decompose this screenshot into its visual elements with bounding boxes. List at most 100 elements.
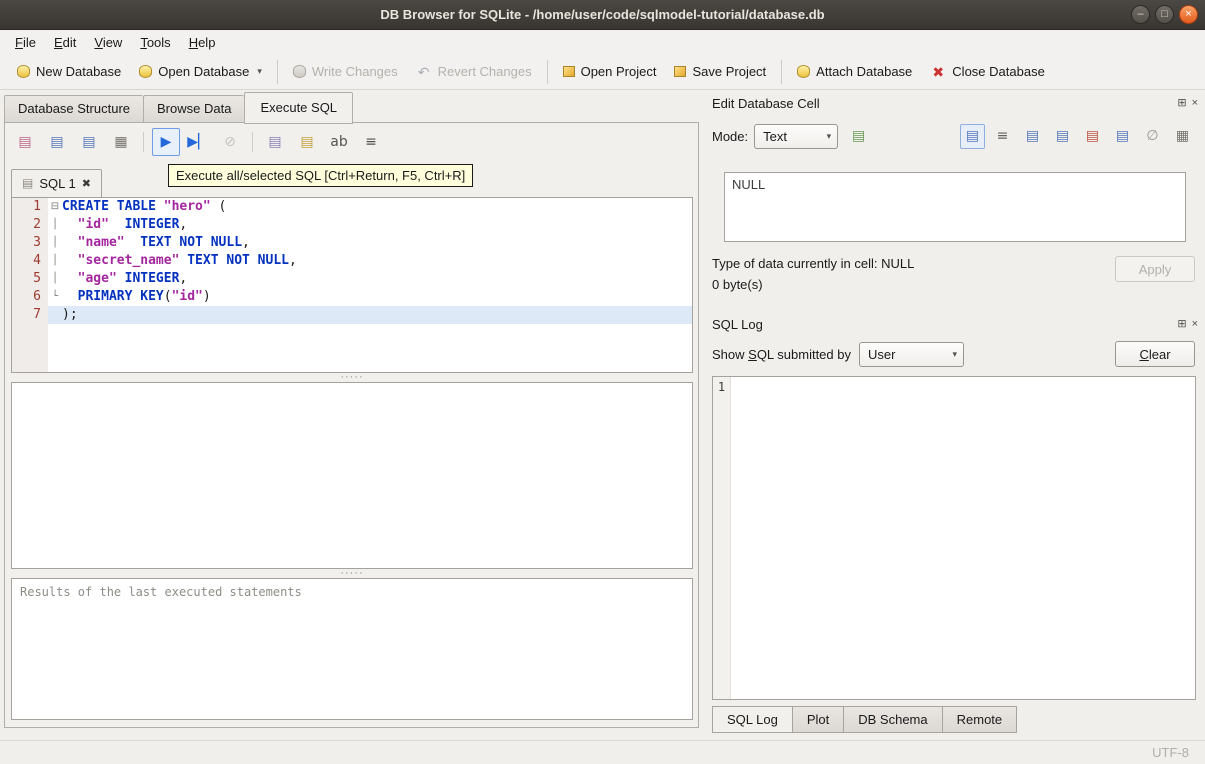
tab-browse-data[interactable]: Browse Data: [143, 95, 245, 123]
print-button[interactable]: ▦: [1170, 124, 1195, 149]
close-icon[interactable]: ×: [1192, 97, 1198, 109]
import-from-file-button[interactable]: ▤: [846, 124, 871, 149]
right-pane: Edit Database Cell ⊞ × Mode: Text ▾ ▤ ▤ ≡ ▤…: [705, 90, 1205, 740]
import-cell-button[interactable]: ▤: [1110, 124, 1135, 149]
execute-all-button[interactable]: ▶: [152, 128, 180, 156]
attach-database-icon: [797, 65, 811, 78]
code-text: );: [62, 307, 78, 322]
tab-remote[interactable]: Remote: [942, 706, 1018, 733]
print-icon: ▦: [1175, 128, 1190, 144]
fold-marker-icon[interactable]: └: [48, 288, 62, 306]
editor-line-body: └ PRIMARY KEY("id"): [48, 288, 692, 306]
sql-doc-tab-bar: ▤ SQL 1 ✖: [11, 169, 102, 197]
write-changes-label: Write Changes: [311, 64, 398, 79]
apply-button[interactable]: Apply: [1115, 256, 1195, 282]
fold-marker-icon[interactable]: │: [48, 234, 62, 252]
splitter-handle[interactable]: [11, 374, 693, 381]
execute-line-button[interactable]: ▶▏: [184, 128, 212, 156]
fold-marker-icon[interactable]: [48, 306, 62, 324]
chevron-down-icon[interactable]: ▾: [257, 66, 262, 77]
menubar: File Edit View Tools Help: [0, 30, 1205, 54]
write-changes-button[interactable]: Write Changes: [284, 59, 407, 84]
save-project-button[interactable]: Save Project: [665, 59, 775, 84]
float-icon[interactable]: ⊞: [1177, 97, 1186, 109]
word-wrap-button[interactable]: ≡: [990, 124, 1015, 149]
close-button[interactable]: ×: [1179, 5, 1198, 24]
toolbar-separator: [276, 59, 278, 84]
tooltip: Execute all/selected SQL [Ctrl+Return, F…: [168, 164, 474, 187]
minimize-button[interactable]: –: [1131, 5, 1150, 24]
revert-changes-button[interactable]: ↶ Revert Changes: [407, 59, 541, 85]
mode-select[interactable]: Text ▾: [754, 123, 839, 149]
cell-mode-row: Mode: Text ▾ ▤ ▤ ≡ ▤ ▤ ▤ ▤ ∅ ▦: [712, 122, 1195, 150]
sql-log-box[interactable]: 1: [712, 376, 1196, 700]
mode-label: Mode:: [712, 128, 749, 144]
toolbar-separator: [252, 132, 253, 152]
fold-marker-icon[interactable]: ⊟: [48, 198, 62, 216]
cell-editor[interactable]: NULL: [724, 172, 1186, 242]
text-mode-button[interactable]: ▤: [960, 123, 985, 149]
new-database-button[interactable]: New Database: [8, 59, 130, 84]
fold-marker-icon[interactable]: │: [48, 216, 62, 234]
open-sql-file-button[interactable]: ▤: [11, 128, 39, 156]
menu-file[interactable]: File: [6, 32, 45, 53]
menu-view[interactable]: View: [85, 32, 131, 53]
menu-tools[interactable]: Tools: [131, 32, 179, 53]
editor-line[interactable]: 7);: [12, 306, 692, 324]
print-button[interactable]: ▦: [107, 128, 135, 156]
close-database-button[interactable]: ✖ Close Database: [921, 59, 1054, 85]
menu-edit[interactable]: Edit: [45, 32, 85, 53]
clear-button[interactable]: Clear: [1115, 341, 1195, 367]
execute-sql-panel: ▤ ▤ ▤ ▦ ▶ ▶▏ ⊘ ▤ ▤ ab ≡ ▤ SQL 1 ✖ 1 ⊟ CREATE TABLE "…: [4, 122, 699, 728]
export-cell-button[interactable]: ▤: [1080, 124, 1105, 149]
editor-line[interactable]: 3 │ "name" TEXT NOT NULL,: [12, 234, 692, 252]
close-icon[interactable]: ×: [1192, 318, 1198, 330]
maximize-button[interactable]: □: [1155, 5, 1174, 24]
editor-line[interactable]: 4 │ "secret_name" TEXT NOT NULL,: [12, 252, 692, 270]
tab-execute-sql[interactable]: Execute SQL: [244, 92, 354, 124]
editor-line[interactable]: 2 │ "id" INTEGER,: [12, 216, 692, 234]
fold-marker-icon[interactable]: │: [48, 270, 62, 288]
open-project-button[interactable]: Open Project: [554, 59, 666, 84]
line-number: 2: [33, 217, 41, 232]
word-wrap-button[interactable]: ≡: [357, 128, 385, 156]
code-text: "id" INTEGER,: [77, 217, 188, 232]
find-replace-button[interactable]: ab: [325, 128, 353, 156]
line-number: 5: [33, 271, 41, 286]
tab-plot[interactable]: Plot: [792, 706, 845, 733]
window-title: DB Browser for SQLite - /home/user/code/…: [380, 7, 825, 22]
tab-database-structure[interactable]: Database Structure: [4, 95, 144, 123]
paste-button[interactable]: ▤: [1050, 124, 1075, 149]
attach-database-button[interactable]: Attach Database: [788, 59, 921, 84]
splitter-handle[interactable]: [11, 570, 693, 577]
save-sql-as-icon: ▤: [82, 134, 96, 150]
sql-toolbar: ▤ ▤ ▤ ▦ ▶ ▶▏ ⊘ ▤ ▤ ab ≡: [11, 128, 385, 156]
tab-sql-1[interactable]: ▤ SQL 1 ✖: [11, 169, 102, 197]
float-icon[interactable]: ⊞: [1177, 318, 1186, 330]
save-sql-file-icon: ▤: [50, 134, 64, 150]
log-filter-select[interactable]: User ▾: [859, 341, 964, 367]
menu-help[interactable]: Help: [180, 32, 225, 53]
save-project-label: Save Project: [692, 64, 767, 79]
editor-line[interactable]: 5 │ "age" INTEGER,: [12, 270, 692, 288]
line-number: 6: [33, 289, 41, 304]
cell-info: Type of data currently in cell: NULL 0 b…: [712, 256, 1195, 292]
titlebar[interactable]: DB Browser for SQLite - /home/user/code/…: [0, 0, 1205, 30]
export-results-button[interactable]: ▤: [293, 128, 321, 156]
editor-line[interactable]: 6 └ PRIMARY KEY("id"): [12, 288, 692, 306]
sql-editor[interactable]: 1 ⊟ CREATE TABLE "hero" (2 │ "id" INTEGER, 3…: [11, 197, 693, 373]
open-database-button[interactable]: Open Database ▾: [130, 59, 271, 84]
tab-db-schema[interactable]: DB Schema: [844, 706, 943, 733]
fold-marker-icon[interactable]: │: [48, 252, 62, 270]
set-null-button[interactable]: ∅: [1140, 124, 1165, 149]
open-database-icon: [139, 65, 153, 78]
copy-button[interactable]: ▤: [1020, 124, 1045, 149]
save-sql-file-button[interactable]: ▤: [43, 128, 71, 156]
editor-line[interactable]: 1 ⊟ CREATE TABLE "hero" (: [12, 198, 692, 216]
log-filter-value: User: [868, 346, 896, 362]
close-tab-icon[interactable]: ✖: [82, 177, 91, 190]
save-results-button[interactable]: ▤: [261, 128, 289, 156]
save-sql-as-button[interactable]: ▤: [75, 128, 103, 156]
stop-button[interactable]: ⊘: [216, 128, 244, 156]
tab-sql-log[interactable]: SQL Log: [712, 706, 793, 733]
